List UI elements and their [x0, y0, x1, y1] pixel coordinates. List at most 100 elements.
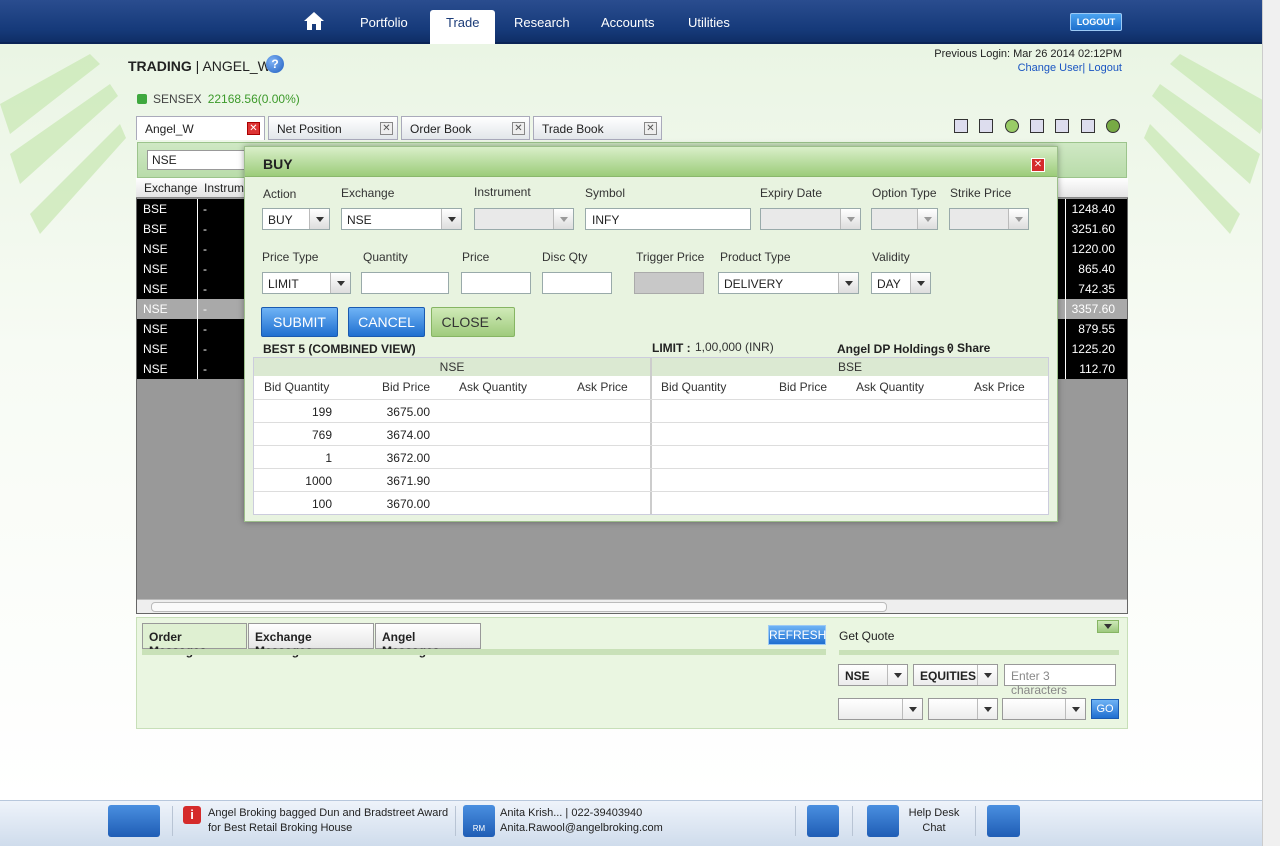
- help-desk-icon[interactable]: [867, 805, 899, 837]
- nav-tab-accounts[interactable]: Accounts: [601, 15, 654, 30]
- get-quote-exchange-select[interactable]: NSE: [838, 664, 908, 686]
- footer-separator: [795, 806, 796, 836]
- dp-holdings-value: 0 Share: [947, 341, 991, 355]
- row-divider: [254, 468, 1048, 469]
- bse-col-ask-price: Ask Price: [974, 380, 1025, 394]
- tab-order-messages[interactable]: Order Messages: [142, 623, 247, 658]
- collapse-chevron-icon[interactable]: [1097, 620, 1119, 633]
- go-button[interactable]: GO: [1091, 699, 1119, 719]
- cell-exchange: NSE: [143, 362, 168, 376]
- close-icon[interactable]: ✕: [644, 122, 657, 135]
- order-book-icon[interactable]: [1055, 118, 1070, 133]
- disc-qty-input[interactable]: [542, 272, 612, 294]
- tab-angel-w[interactable]: Angel_W ✕: [136, 116, 265, 140]
- cell-instrument: -: [203, 322, 207, 336]
- validity-select[interactable]: DAY: [871, 272, 931, 294]
- chevron-down-icon: [553, 209, 573, 229]
- expiry-date-select[interactable]: [760, 208, 861, 230]
- get-quote-segment-select[interactable]: EQUITIES: [913, 664, 998, 686]
- rm-line-2[interactable]: Anita.Rawool@angelbroking.com: [500, 821, 663, 836]
- sell-shortcut-icon[interactable]: [979, 118, 994, 133]
- cell-instrument: -: [203, 202, 207, 216]
- symbol-input[interactable]: INFY: [585, 208, 751, 230]
- vertical-scrollbar[interactable]: [1262, 0, 1280, 846]
- quantity-input[interactable]: [361, 272, 449, 294]
- instrument-select[interactable]: [474, 208, 574, 230]
- trigger-price-input[interactable]: [634, 272, 704, 294]
- chevron-down-icon: [441, 209, 461, 229]
- change-user-link[interactable]: Change User: [1018, 62, 1083, 74]
- dp-holdings-label: Angel DP Holdings :: [837, 342, 953, 356]
- news-ticker[interactable]: Angel Broking bagged Dun and Bradstreet …: [208, 806, 448, 836]
- nse-bid-price-cell[interactable]: 3671.90: [354, 474, 430, 488]
- trade-book-icon[interactable]: [1080, 118, 1095, 133]
- cell-divider: [1065, 299, 1066, 319]
- option-type-select[interactable]: [871, 208, 938, 230]
- get-quote-select-3[interactable]: [1002, 698, 1086, 720]
- sensex-ticker: SENSEX 22168.56(0.00%): [137, 92, 300, 106]
- cell-instrument: -: [203, 342, 207, 356]
- col-header-instrument[interactable]: Instrum: [204, 181, 244, 195]
- trading-terminal-icon[interactable]: [108, 805, 160, 837]
- settings-gear-icon[interactable]: [1106, 118, 1121, 133]
- home-icon[interactable]: [302, 10, 326, 32]
- tab-order-book[interactable]: Order Book ✕: [401, 116, 530, 140]
- nav-tab-research[interactable]: Research: [514, 15, 570, 30]
- close-icon[interactable]: ✕: [512, 122, 525, 135]
- exchange-value: NSE: [347, 213, 372, 227]
- cancel-button[interactable]: CANCEL: [348, 307, 425, 337]
- action-select[interactable]: BUY: [262, 208, 330, 230]
- nav-tab-trade[interactable]: Trade: [430, 10, 496, 44]
- price-type-select[interactable]: LIMIT: [262, 272, 351, 294]
- price-input[interactable]: [461, 272, 531, 294]
- toolbar-icons: [954, 118, 1128, 133]
- cell-instrument: -: [203, 222, 207, 236]
- add-scrip-icon[interactable]: [1004, 118, 1019, 133]
- tab-trade-book[interactable]: Trade Book ✕: [533, 116, 662, 140]
- download-icon[interactable]: [807, 805, 839, 837]
- close-button[interactable]: CLOSE ⌃: [431, 307, 515, 337]
- net-position-icon[interactable]: [1030, 118, 1045, 133]
- logout-link[interactable]: Logout: [1088, 62, 1122, 74]
- tab-angel-messages[interactable]: Angel Messages: [375, 623, 481, 658]
- help-desk-chat[interactable]: Help Desk Chat: [906, 806, 962, 836]
- chevron-down-icon: [838, 273, 858, 293]
- submit-button[interactable]: SUBMIT: [261, 307, 338, 337]
- nav-tab-utilities[interactable]: Utilities: [688, 15, 730, 30]
- mail-icon[interactable]: [987, 805, 1020, 837]
- cell-divider: [1065, 199, 1066, 219]
- close-icon[interactable]: ✕: [380, 122, 393, 135]
- horizontal-scrollbar[interactable]: [137, 599, 1127, 613]
- tab-net-position[interactable]: Net Position ✕: [268, 116, 398, 140]
- nse-bid-price-cell[interactable]: 3674.00: [354, 428, 430, 442]
- get-quote-select-1[interactable]: [838, 698, 923, 720]
- cell-exchange: BSE: [143, 222, 168, 236]
- nse-bid-price-cell[interactable]: 3675.00: [354, 405, 430, 419]
- buy-shortcut-icon[interactable]: [954, 118, 968, 133]
- market-watch-exchange-select[interactable]: NSE: [147, 150, 247, 170]
- messages-tab-bar: [142, 649, 826, 655]
- relationship-manager-icon[interactable]: RM: [463, 805, 495, 837]
- dialog-close-icon[interactable]: ✕: [1031, 158, 1045, 172]
- sensex-value: 22168.56(0.00%): [207, 92, 300, 106]
- logout-button[interactable]: LOGOUT: [1070, 13, 1122, 31]
- limit-value: 1,00,000 (INR): [695, 340, 774, 354]
- help-icon[interactable]: ?: [266, 55, 284, 73]
- product-type-select[interactable]: DELIVERY: [718, 272, 859, 294]
- close-icon[interactable]: ✕: [247, 122, 260, 135]
- refresh-button[interactable]: REFRESH: [768, 625, 826, 645]
- get-quote-symbol-input[interactable]: Enter 3 characters: [1004, 664, 1116, 697]
- nav-tab-portfolio[interactable]: Portfolio: [360, 15, 408, 30]
- scrollbar-thumb[interactable]: [151, 602, 887, 612]
- get-quote-select-2[interactable]: [928, 698, 998, 720]
- cell-divider: [197, 359, 198, 379]
- col-header-exchange[interactable]: Exchange: [144, 181, 197, 195]
- label-strike-price: Strike Price: [950, 186, 1012, 200]
- strike-price-select[interactable]: [949, 208, 1029, 230]
- tab-exchange-messages[interactable]: Exchange Messages: [248, 623, 374, 658]
- nse-bid-price-cell[interactable]: 3670.00: [354, 497, 430, 511]
- exchange-select[interactable]: NSE: [341, 208, 462, 230]
- cell-instrument: -: [203, 242, 207, 256]
- nse-bid-price-cell[interactable]: 3672.00: [354, 451, 430, 465]
- cell-exchange: NSE: [143, 302, 168, 316]
